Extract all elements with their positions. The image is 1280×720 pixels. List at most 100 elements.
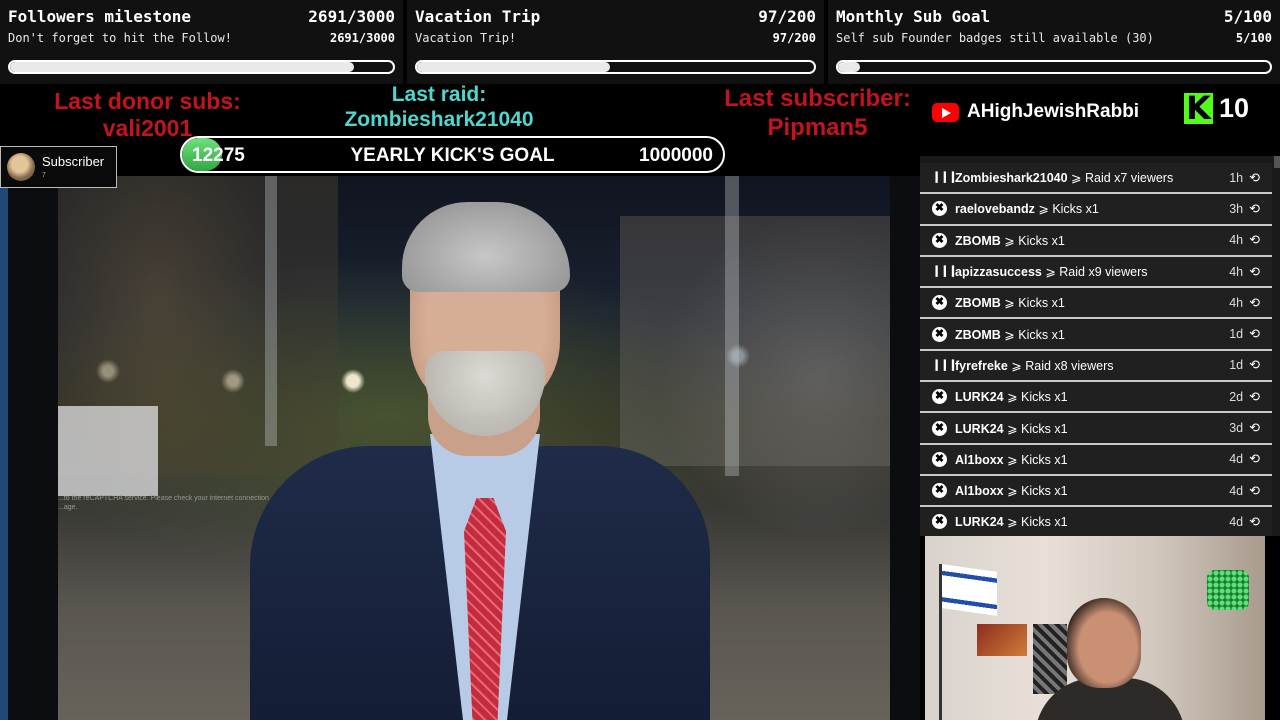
event-user: LURK24 [955,421,1004,436]
kick-icon: ✖ [932,483,947,499]
kick-logo-icon [1184,91,1213,125]
event-text: LURK24 ⩾ Kicks x1 [955,421,1229,436]
event-time: 4h [1229,233,1244,248]
goal-monthly-sub: Monthly Sub Goal 5/100 Self sub Founder … [828,0,1280,84]
kick-icon: ✖ [932,295,947,311]
event-text: Al1boxx ⩾ Kicks x1 [955,452,1229,467]
replay-icon[interactable]: ⟲ [1249,451,1260,467]
yearly-goal-target: 1000000 [639,145,713,166]
event-separator-icon: ⩾ [1003,390,1022,405]
event-time: 3h [1229,201,1244,216]
youtube-channel: AHighJewishRabbi [932,100,1139,124]
kick-icon: ✖ [932,451,947,467]
event-action: Raid x7 viewers [1084,171,1174,186]
goal-followers: Followers milestone 2691/3000 Don't forg… [0,0,407,84]
raid-icon: ❙❙❙ [932,265,958,278]
event-time: 1h [1229,170,1244,185]
goal-progress-track [8,60,395,74]
captcha-notice: ...to the reCAPTCHA service. Please chec… [58,494,269,512]
event-user: Zombieshark21040 [955,171,1068,186]
goal-vacation: Vacation Trip 97/200 Vacation Trip! 97/2… [407,0,828,84]
event-separator-icon: ⩾ [1003,484,1022,499]
event-text: ZBOMB ⩾ Kicks x1 [955,295,1229,310]
event-separator-icon: ⩾ [1003,452,1022,467]
youtube-icon [932,102,959,122]
kick-icon: ✖ [932,326,947,342]
event-time: 4h [1229,295,1244,310]
presenter [250,202,710,720]
event-row: ✖ raelovebandz ⩾ Kicks x1 3h ⟲ [920,194,1272,226]
kick-count: 10 [1219,93,1250,123]
israel-flag-icon [942,564,997,616]
event-text: LURK24 ⩾ Kicks x1 [955,514,1229,529]
wall-poster [977,624,1027,656]
goal-count-small: 5/100 [1235,31,1272,45]
last-subscriber-widget: Last subscriber: Pipman5 [705,84,930,142]
event-separator-icon: ⩾ [1000,233,1019,248]
replay-icon[interactable]: ⟲ [1249,420,1260,436]
event-time: 4d [1229,452,1244,467]
event-user: apizzasuccess [955,265,1042,280]
goal-title: Followers milestone [8,7,192,26]
event-action: Kicks x1 [1021,390,1068,405]
event-time: 4h [1229,264,1244,279]
streamer [1035,598,1185,720]
event-separator-icon: ⩾ [1003,515,1022,530]
replay-icon[interactable]: ⟲ [1249,326,1260,342]
event-text: apizzasuccess ⩾ Raid x9 viewers [955,264,1229,279]
replay-icon[interactable]: ⟲ [1249,232,1260,248]
event-action: Raid x8 viewers [1025,358,1114,373]
goal-progress-fill [417,62,610,72]
replay-icon[interactable]: ⟲ [1249,264,1260,280]
event-user: ZBOMB [955,296,1001,311]
event-user: ZBOMB [955,233,1001,248]
replay-icon[interactable]: ⟲ [1249,201,1260,217]
event-action: Raid x9 viewers [1059,265,1148,280]
goal-bars: Followers milestone 2691/3000 Don't forg… [0,0,1280,84]
event-row: ❙❙❙ Zombieshark21040 ⩾ Raid x7 viewers 1h ⟲ [920,163,1272,195]
event-text: ZBOMB ⩾ Kicks x1 [955,233,1229,248]
goal-count: 5/100 [1223,7,1272,26]
replay-icon[interactable]: ⟲ [1249,483,1260,499]
goal-progress-track [836,60,1272,74]
event-action: Kicks x1 [1018,327,1065,342]
event-row: ✖ LURK24 ⩾ Kicks x1 3d ⟲ [920,413,1272,445]
replay-icon[interactable]: ⟲ [1249,357,1260,373]
event-row: ✖ Al1boxx ⩾ Kicks x1 4d ⟲ [920,444,1272,476]
event-row: ✖ ZBOMB ⩾ Kicks x1 4h ⟲ [920,225,1272,257]
event-action: Kicks x1 [1018,233,1065,248]
goal-count-small: 2691/3000 [329,31,395,45]
event-action: Kicks x1 [1021,515,1068,530]
replay-icon[interactable]: ⟲ [1249,389,1260,405]
replay-icon[interactable]: ⟲ [1249,170,1260,186]
event-user: fyrefreke [955,358,1008,373]
last-donor-label: Last donor subs: [54,88,241,114]
webcam [925,536,1265,720]
event-row: ❙❙❙ apizzasuccess ⩾ Raid x9 viewers 4h ⟲ [920,256,1272,289]
replay-icon[interactable]: ⟲ [1249,514,1260,530]
last-subscriber-label: Last subscriber: [724,85,911,112]
streamer-head [1067,598,1141,688]
event-row: ✖ LURK24 ⩾ Kicks x1 4d ⟲ [920,507,1272,536]
event-user: LURK24 [955,515,1004,530]
event-action: Kicks x1 [1018,296,1065,311]
goal-progress-fill [838,62,860,72]
event-text: Al1boxx ⩾ Kicks x1 [955,483,1229,498]
goal-subtitle: Self sub Founder badges still available … [836,31,1154,45]
event-list-scrollbar[interactable] [1274,156,1280,168]
avatar [7,153,35,181]
event-time: 4d [1229,514,1244,529]
event-separator-icon: ⩾ [1041,265,1060,280]
replay-icon[interactable]: ⟲ [1249,295,1260,311]
kick-icon: ✖ [932,201,947,217]
captcha-line: ...to the reCAPTCHA service. Please chec… [58,495,269,502]
event-action: Kicks x1 [1052,202,1099,217]
event-row: ✖ LURK24 ⩾ Kicks x1 2d ⟲ [920,382,1272,414]
last-subscriber-name: Pipman5 [767,114,868,141]
event-text: ZBOMB ⩾ Kicks x1 [955,327,1229,342]
green-cup [1207,570,1249,610]
goal-progress-fill [10,62,354,72]
captcha-line: ...age. [58,504,78,511]
event-row: ✖ ZBOMB ⩾ Kicks x1 1d ⟲ [920,319,1272,351]
event-user: Al1boxx [955,484,1004,499]
